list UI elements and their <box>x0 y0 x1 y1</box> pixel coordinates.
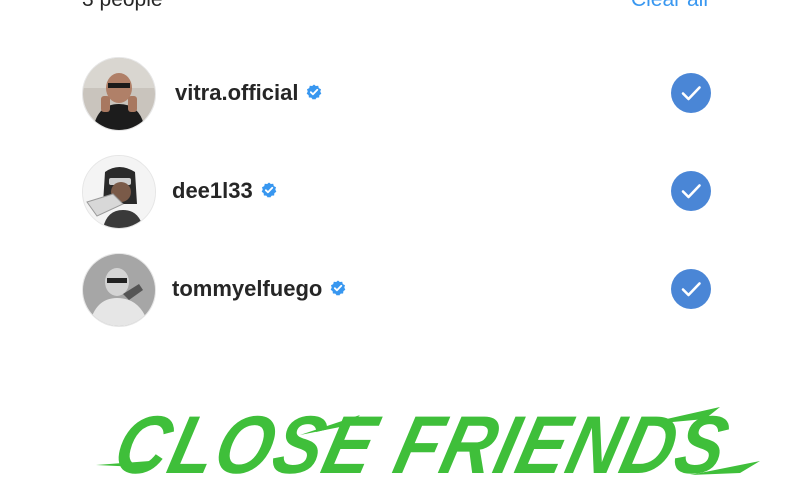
list-header: 3 people Clear all <box>0 0 803 18</box>
username[interactable]: dee1l33 <box>172 178 277 204</box>
verified-badge-icon <box>261 182 277 198</box>
username[interactable]: tommyelfuego <box>172 276 346 302</box>
username-text: dee1l33 <box>172 178 253 203</box>
list-item[interactable]: vitra.official <box>0 57 803 137</box>
username-text: tommyelfuego <box>172 276 323 301</box>
selected-check-button[interactable] <box>671 171 711 211</box>
username[interactable]: vitra.official <box>175 80 322 106</box>
avatar-photo <box>83 254 155 326</box>
avatar <box>82 253 156 327</box>
avatar <box>82 155 156 229</box>
username-text: vitra.official <box>175 80 299 105</box>
avatar-photo <box>83 156 155 228</box>
verified-badge-icon <box>331 280 346 296</box>
checkmark-icon <box>681 86 701 101</box>
avatar <box>82 57 156 131</box>
list-item[interactable]: dee1l33 <box>0 155 803 235</box>
list-item[interactable]: tommyelfuego <box>0 253 803 333</box>
checkmark-icon <box>681 184 701 199</box>
verified-badge-icon <box>307 84 322 100</box>
close-friends-banner: CLOSE FRIENDS <box>0 395 803 491</box>
avatar-photo <box>83 58 155 130</box>
selected-check-button[interactable] <box>671 73 711 113</box>
banner-graphic: CLOSE FRIENDS <box>96 399 760 491</box>
people-count: 3 people <box>82 0 163 12</box>
checkmark-icon <box>681 282 701 297</box>
clear-all-button[interactable]: Clear all <box>631 0 708 12</box>
selected-check-button[interactable] <box>671 269 711 309</box>
banner-title: CLOSE FRIENDS <box>106 399 739 490</box>
